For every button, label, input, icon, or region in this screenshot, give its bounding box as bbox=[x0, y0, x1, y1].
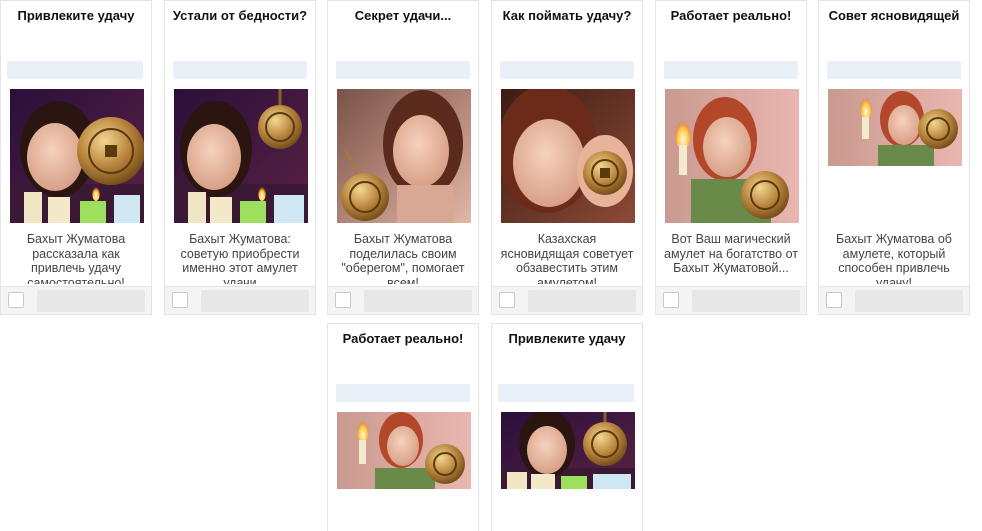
woman-with-amulet-and-candles-image bbox=[10, 89, 144, 223]
ad-url-blurred[interactable] bbox=[498, 384, 634, 402]
select-checkbox[interactable] bbox=[172, 292, 188, 308]
ad-image[interactable] bbox=[10, 89, 144, 223]
ad-description[interactable]: Вот Ваш магический амулет на богатство о… bbox=[662, 232, 800, 284]
ad-url-blurred[interactable] bbox=[827, 61, 961, 79]
select-checkbox[interactable] bbox=[826, 292, 842, 308]
ad-domain-blurred bbox=[364, 290, 472, 312]
ad-image[interactable] bbox=[828, 89, 962, 166]
ad-card-8[interactable]: Привлеките удачу bbox=[491, 323, 643, 531]
ad-description[interactable]: Бахыт Жуматова поделилась своим "оберего… bbox=[334, 232, 472, 284]
ad-domain-blurred bbox=[37, 290, 145, 312]
ad-domain-blurred bbox=[201, 290, 309, 312]
ad-url-blurred[interactable] bbox=[7, 61, 143, 79]
ad-image[interactable] bbox=[174, 89, 308, 223]
ad-footer bbox=[656, 286, 806, 314]
ad-card-1[interactable]: Привлеките удачу Бахыт Жуматова рассказа… bbox=[0, 0, 152, 315]
ad-domain-blurred bbox=[692, 290, 800, 312]
woman-holding-amulet-closeup-image bbox=[501, 89, 635, 223]
woman-with-candle-and-amulet-image bbox=[337, 412, 471, 489]
ad-domain-blurred bbox=[855, 290, 963, 312]
ad-description[interactable]: Бахыт Жуматова рассказала как привлечь у… bbox=[7, 232, 145, 284]
ad-image[interactable] bbox=[337, 412, 471, 489]
ad-footer bbox=[328, 286, 478, 314]
ad-card-6[interactable]: Совет ясновидящей Бахыт Жуматова об амул… bbox=[818, 0, 970, 315]
woman-with-candle-and-amulet-image bbox=[665, 89, 799, 223]
ad-title[interactable]: Секрет удачи... bbox=[328, 8, 478, 23]
ad-title[interactable]: Как поймать удачу? bbox=[492, 8, 642, 23]
ad-domain-blurred bbox=[528, 290, 636, 312]
ad-footer bbox=[165, 286, 315, 314]
ad-title[interactable]: Совет ясновидящей bbox=[819, 8, 969, 23]
ad-footer bbox=[819, 286, 969, 314]
ad-description[interactable]: Бахыт Жуматова об амулете, который спосо… bbox=[825, 232, 963, 284]
ad-card-4[interactable]: Как поймать удачу? Казахская ясновидящая… bbox=[491, 0, 643, 315]
ad-url-blurred[interactable] bbox=[336, 61, 470, 79]
ad-image[interactable] bbox=[501, 412, 635, 489]
ad-card-7[interactable]: Работает реально! bbox=[327, 323, 479, 531]
ad-card-5[interactable]: Работает реально! Вот Ваш магический аму… bbox=[655, 0, 807, 315]
woman-holding-amulet-pendant-image bbox=[337, 89, 471, 223]
ad-description[interactable]: Бахыт Жуматова: советую приобрести именн… bbox=[171, 232, 309, 284]
ad-url-blurred[interactable] bbox=[336, 384, 470, 402]
ad-title[interactable]: Устали от бедности? bbox=[165, 8, 315, 23]
ad-title[interactable]: Работает реально! bbox=[328, 331, 478, 346]
ad-description[interactable]: Казахская ясновидящая советует обзавести… bbox=[498, 232, 636, 284]
ad-title[interactable]: Работает реально! bbox=[656, 8, 806, 23]
ad-footer bbox=[492, 286, 642, 314]
ad-title[interactable]: Привлеките удачу bbox=[492, 331, 642, 346]
ad-title[interactable]: Привлеките удачу bbox=[1, 8, 151, 23]
woman-with-amulet-and-candles-image bbox=[174, 89, 308, 223]
ad-image[interactable] bbox=[665, 89, 799, 223]
ad-image[interactable] bbox=[337, 89, 471, 223]
ad-image[interactable] bbox=[501, 89, 635, 223]
select-checkbox[interactable] bbox=[663, 292, 679, 308]
ad-footer bbox=[1, 286, 151, 314]
ad-url-blurred[interactable] bbox=[173, 61, 307, 79]
select-checkbox[interactable] bbox=[499, 292, 515, 308]
select-checkbox[interactable] bbox=[8, 292, 24, 308]
select-checkbox[interactable] bbox=[335, 292, 351, 308]
woman-with-amulet-and-candles-image bbox=[501, 412, 635, 489]
ad-url-blurred[interactable] bbox=[500, 61, 634, 79]
woman-with-candle-and-amulet-image bbox=[828, 89, 962, 166]
ad-url-blurred[interactable] bbox=[664, 61, 798, 79]
ad-card-3[interactable]: Секрет удачи... Бахыт Жуматова поделилас… bbox=[327, 0, 479, 315]
ad-card-2[interactable]: Устали от бедности? Бахыт Жуматова: сове… bbox=[164, 0, 316, 315]
